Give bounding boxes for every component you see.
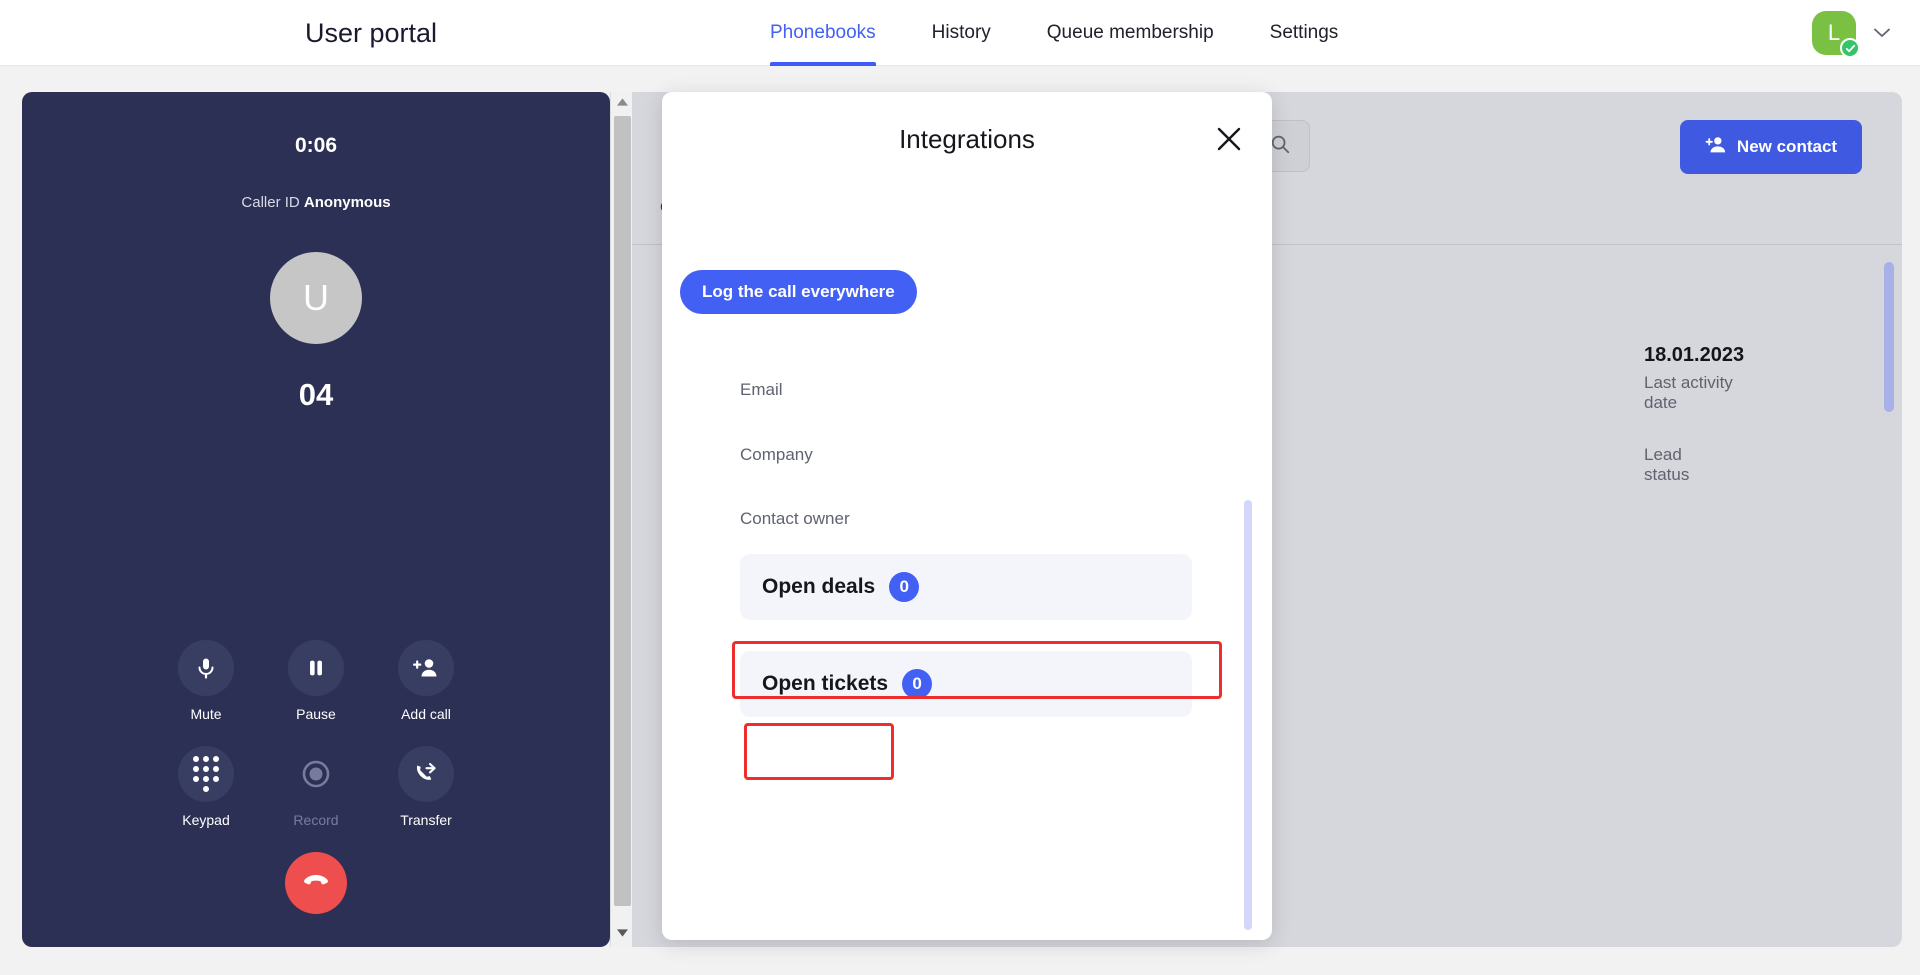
field-last-activity-date: 18.01.2023 Last activity date xyxy=(1644,344,1744,413)
tab-settings[interactable]: Settings xyxy=(1270,0,1339,66)
caller-id-line: Caller ID Anonymous xyxy=(22,194,610,211)
notes-highlight xyxy=(732,641,1222,699)
integrations-modal: Integrations Log the call everywhere Ema… xyxy=(662,92,1744,940)
transfer-button[interactable]: Transfer xyxy=(371,746,481,828)
tab-label: Phonebooks xyxy=(770,22,876,43)
caret-down-icon[interactable] xyxy=(611,923,633,943)
dialed-number: 04 xyxy=(298,377,334,412)
caret-up-icon[interactable] xyxy=(611,92,633,112)
new-contact-label: New contact xyxy=(1736,137,1838,156)
avatar[interactable]: L xyxy=(1812,11,1860,58)
control-label: Mute xyxy=(190,706,222,722)
page-scrollbar-track[interactable] xyxy=(1902,66,1920,975)
log-call-everywhere-button[interactable]: Log the call everywhere xyxy=(680,270,917,314)
field-company: Company xyxy=(740,445,813,465)
call-controls-grid: Mute Pause Add call Keypad Record Transf… xyxy=(151,640,481,828)
person-add-icon xyxy=(1705,134,1727,161)
caller-avatar: U xyxy=(270,252,362,344)
control-label: Transfer xyxy=(400,812,452,828)
top-header-bar: User portal Phonebooks History Queue mem… xyxy=(0,0,1920,66)
field-value: 18.01.2023 xyxy=(1644,344,1745,366)
keypad-icon xyxy=(178,746,234,802)
field-contact-owner: Contact owner xyxy=(740,509,850,529)
field-email: Email xyxy=(740,380,783,400)
call-panel-scrollbar[interactable] xyxy=(610,92,632,947)
field-lead-status: Lead status xyxy=(1644,445,1689,485)
hangup-icon xyxy=(301,866,331,901)
record-button: Record xyxy=(261,746,371,828)
call-duration: 0:06 xyxy=(294,134,338,157)
tab-history[interactable]: History xyxy=(932,0,991,66)
mute-button[interactable]: Mute xyxy=(151,640,261,722)
open-deals-card[interactable]: Open deals 0 xyxy=(740,554,1192,620)
close-icon[interactable] xyxy=(1214,124,1244,154)
active-call-panel: 0:06 Caller ID Anonymous U 04 Mute Pause… xyxy=(22,92,610,947)
hangup-button[interactable] xyxy=(285,852,347,914)
tab-label: History xyxy=(931,22,991,43)
pause-button[interactable]: Pause xyxy=(261,640,371,722)
avatar-initial: L xyxy=(1827,20,1841,45)
caller-avatar-initial: U xyxy=(303,277,329,318)
person-add-icon xyxy=(398,640,454,696)
app-title: User portal xyxy=(305,18,438,48)
field-label: Lead status xyxy=(1644,445,1690,484)
modal-content-scrollbar[interactable] xyxy=(1244,500,1252,930)
chevron-down-icon[interactable] xyxy=(1874,25,1890,42)
microphone-icon xyxy=(178,640,234,696)
control-label: Add call xyxy=(401,706,451,722)
log-the-call-highlight xyxy=(744,723,894,780)
keypad-button[interactable]: Keypad xyxy=(151,746,261,828)
control-label: Keypad xyxy=(182,812,230,828)
contacts-list-scrollbar[interactable] xyxy=(1884,262,1894,412)
card-label: Open deals xyxy=(762,575,876,598)
caller-id-value: Anonymous xyxy=(303,194,391,211)
tab-queue-membership[interactable]: Queue membership xyxy=(1047,0,1214,66)
check-icon xyxy=(1840,38,1860,58)
record-icon xyxy=(288,746,344,802)
add-call-button[interactable]: Add call xyxy=(371,640,481,722)
call-transfer-icon xyxy=(398,746,454,802)
tab-label: Settings xyxy=(1269,22,1339,43)
field-label: Contact owner xyxy=(740,509,850,528)
caller-id-label: Caller ID xyxy=(241,194,300,211)
pause-icon xyxy=(288,640,344,696)
control-label: Pause xyxy=(296,706,336,722)
modal-title: Integrations xyxy=(899,124,1035,154)
field-label: Last activity date xyxy=(1644,373,1733,412)
new-contact-button[interactable]: New contact xyxy=(1680,120,1862,174)
main-nav-tabs: Phonebooks History Queue membership Sett… xyxy=(770,0,1394,66)
control-label: Record xyxy=(293,812,339,828)
scrollbar-thumb[interactable] xyxy=(614,116,631,906)
card-count-badge: 0 xyxy=(889,572,920,602)
tab-label: Queue membership xyxy=(1046,22,1214,43)
tab-phonebooks[interactable]: Phonebooks xyxy=(770,0,876,66)
field-label: Email xyxy=(740,380,783,399)
field-label: Company xyxy=(740,445,813,464)
search-icon xyxy=(1269,133,1291,160)
user-menu[interactable]: L xyxy=(1812,11,1890,58)
